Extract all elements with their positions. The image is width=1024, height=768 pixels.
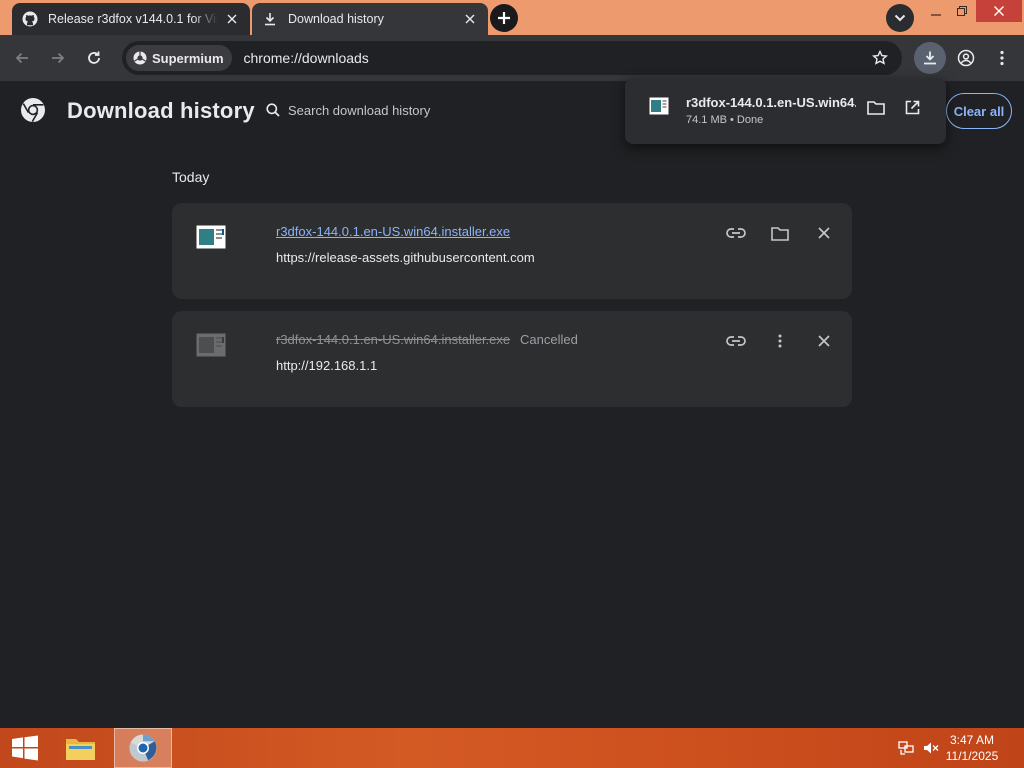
date-group-label: Today: [172, 169, 210, 185]
file-explorer-button[interactable]: [58, 728, 104, 768]
plus-icon: [498, 12, 510, 24]
supermium-icon: [132, 50, 148, 66]
bookmark-button[interactable]: [865, 43, 895, 73]
open-file-button[interactable]: [900, 95, 924, 119]
download-bubble: r3dfox-144.0.1.en-US.win64.i 74.1 MB • D…: [625, 78, 946, 144]
remove-button[interactable]: [810, 327, 838, 355]
close-tab-icon[interactable]: [224, 11, 240, 27]
folder-icon: [66, 739, 95, 760]
file-name-text: r3dfox-144.0.1.en-US.win64.installer.exe: [276, 332, 511, 347]
address-bar[interactable]: Supermium chrome://downloads: [122, 41, 902, 75]
chrome-logo-icon: [20, 97, 46, 123]
star-icon: [872, 50, 888, 65]
network-tray-icon[interactable]: [894, 728, 918, 768]
page-title: Download history: [67, 98, 255, 123]
folder-icon: [771, 226, 789, 241]
new-tab-button[interactable]: [490, 4, 518, 32]
profile-button[interactable]: [951, 43, 981, 73]
search-icon: [266, 103, 280, 117]
status-badge: Cancelled: [520, 332, 578, 347]
copy-link-button[interactable]: [722, 219, 750, 247]
clock-date: 11/1/2025: [945, 749, 999, 763]
open-external-icon: [905, 100, 919, 114]
close-icon: [818, 227, 830, 239]
volume-tray-icon[interactable]: [920, 728, 942, 768]
volume-muted-icon: [924, 742, 939, 754]
account-icon: [957, 49, 975, 67]
copy-link-icon: [726, 228, 746, 238]
bubble-file-name[interactable]: r3dfox-144.0.1.en-US.win64.i: [686, 95, 856, 110]
download-item: r3dfox-144.0.1.en-US.win64.installer.exe…: [172, 311, 852, 407]
tab-download-history[interactable]: Download history: [252, 3, 488, 35]
tab-release-r3dfox[interactable]: Release r3dfox v144.0.1 for Vista: [12, 3, 250, 35]
chevron-down-icon: [894, 14, 906, 22]
site-chip[interactable]: Supermium: [126, 45, 232, 71]
restore-icon: [957, 6, 967, 16]
file-icon: [649, 97, 669, 115]
copy-link-button[interactable]: [722, 327, 750, 355]
close-window-button[interactable]: [976, 0, 1022, 22]
minimize-icon: [931, 14, 941, 16]
folder-icon: [867, 100, 885, 115]
search-download-history[interactable]: [266, 95, 626, 125]
close-icon: [818, 335, 830, 347]
taskbar: 3:47 AM 11/1/2025: [0, 728, 1024, 768]
tab-search-button[interactable]: [886, 4, 914, 32]
source-url: http://192.168.1.1: [276, 358, 378, 373]
more-actions-button[interactable]: [766, 327, 794, 355]
remove-button[interactable]: [810, 219, 838, 247]
start-button[interactable]: [0, 728, 50, 768]
more-vert-icon: [778, 334, 782, 348]
system-clock[interactable]: 3:47 AM 11/1/2025: [942, 732, 1002, 764]
file-icon: [196, 333, 226, 357]
copy-link-icon: [726, 336, 746, 346]
clock-time: 3:47 AM: [949, 733, 995, 747]
back-button[interactable]: [7, 43, 37, 73]
menu-button[interactable]: [987, 43, 1017, 73]
file-icon: [196, 225, 226, 249]
browser-icon: [129, 734, 157, 762]
url-text[interactable]: chrome://downloads: [244, 50, 369, 66]
downloads-button[interactable]: [914, 42, 946, 74]
show-in-folder-button[interactable]: [864, 95, 888, 119]
search-input[interactable]: [288, 102, 608, 118]
browser-toolbar: Supermium chrome://downloads: [0, 35, 1024, 81]
github-icon: [22, 11, 38, 27]
bubble-status: 74.1 MB • Done: [686, 114, 764, 126]
tab-title: Release r3dfox v144.0.1 for Vista: [48, 12, 218, 26]
file-name-link[interactable]: r3dfox-144.0.1.en-US.win64.installer.exe: [276, 224, 510, 239]
download-item: r3dfox-144.0.1.en-US.win64.installer.exe…: [172, 203, 852, 299]
site-chip-label: Supermium: [152, 50, 224, 66]
download-icon: [262, 11, 278, 27]
source-url: https://release-assets.githubusercontent…: [276, 250, 535, 265]
download-icon: [924, 51, 936, 65]
arrow-left-icon: [15, 52, 28, 64]
restore-button[interactable]: [947, 0, 977, 22]
windows-logo-icon: [12, 735, 38, 761]
show-in-folder-button[interactable]: [766, 219, 794, 247]
network-icon: [898, 741, 914, 755]
supermium-taskbar-button[interactable]: [114, 728, 172, 768]
clear-all-button[interactable]: Clear all: [946, 93, 1012, 129]
arrow-right-icon: [52, 52, 65, 64]
close-tab-icon[interactable]: [462, 11, 478, 27]
tab-title: Download history: [288, 12, 384, 26]
forward-button[interactable]: [43, 43, 73, 73]
more-vert-icon: [1000, 50, 1004, 66]
tab-strip: Release r3dfox v144.0.1 for Vista Downlo…: [0, 0, 1024, 35]
close-icon: [994, 6, 1004, 16]
reload-icon: [88, 51, 100, 64]
reload-button[interactable]: [79, 43, 109, 73]
